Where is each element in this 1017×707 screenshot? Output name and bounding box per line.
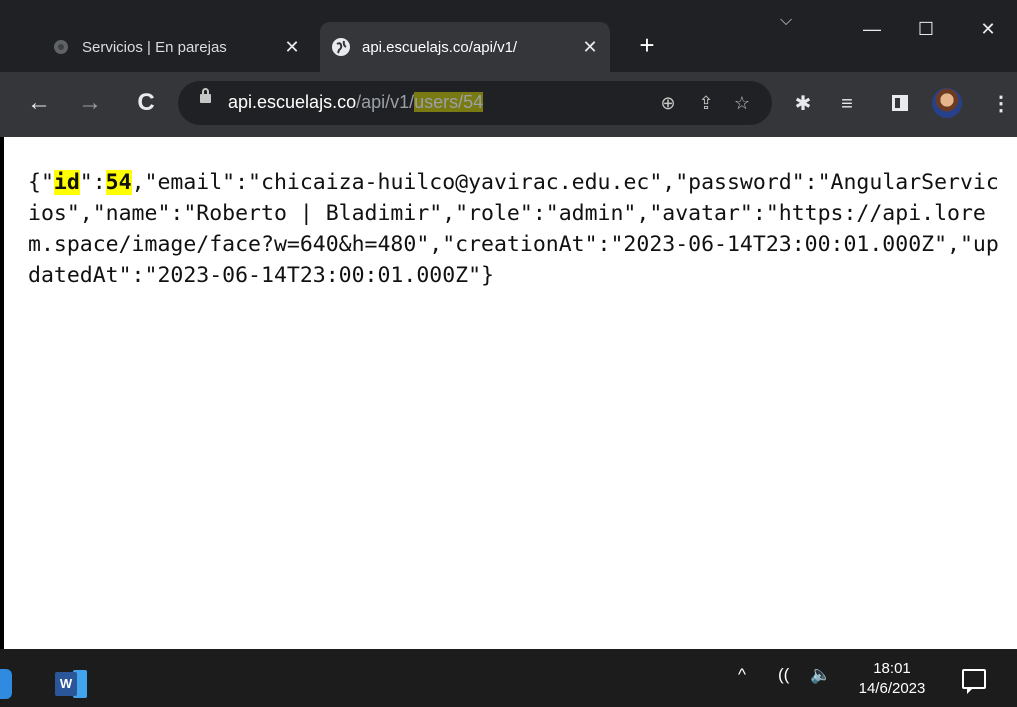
globe-icon [330, 36, 352, 58]
maximize-button[interactable]: ☐ [906, 14, 946, 44]
word-icon[interactable]: W [55, 670, 87, 698]
taskbar: W ^ (( 🔈 18:01 14/6/2023 [0, 649, 1017, 707]
profile-avatar[interactable] [932, 88, 962, 118]
json-response: {"id":54,"email":"chicaiza-huilco@yavira… [28, 170, 999, 288]
tab-search-icon[interactable]: ⌵ [780, 12, 792, 30]
bookmark-star-icon[interactable]: ☆ [730, 91, 754, 115]
tab-api[interactable]: api.escuelajs.co/api/v1/ ✕ [320, 22, 610, 72]
tab-strip: Servicios | En parejas ✕ api.escuelajs.c… [0, 0, 1017, 72]
tab-title: Servicios | En parejas [82, 38, 227, 56]
search-highlight-key: id [53, 170, 80, 195]
minimize-button[interactable]: — [852, 14, 892, 44]
new-tab-button[interactable]: + [632, 30, 662, 60]
json-body: ,"email":"chicaiza-huilco@yavirac.edu.ec… [28, 170, 999, 288]
system-clock[interactable]: 18:01 14/6/2023 [852, 659, 932, 699]
tab-title: api.escuelajs.co/api/v1/ [362, 38, 518, 56]
page-content: {"id":54,"email":"chicaiza-huilco@yavira… [0, 137, 1017, 649]
search-highlight-value: 54 [105, 170, 132, 195]
tab-favicon-icon [50, 36, 72, 58]
back-button[interactable]: ← [20, 84, 58, 122]
taskbar-app-icon[interactable] [0, 669, 12, 699]
wifi-icon[interactable]: (( [778, 665, 789, 685]
reading-list-icon[interactable]: ≡ [834, 91, 860, 117]
forward-button[interactable]: → [71, 84, 109, 122]
tab-servicios[interactable]: Servicios | En parejas ✕ [40, 22, 312, 72]
tab-close-icon[interactable]: ✕ [278, 37, 306, 58]
lock-icon[interactable] [200, 88, 211, 103]
url-text[interactable]: api.escuelajs.co/api/v1/users/54 [228, 92, 484, 113]
side-panel-icon[interactable] [892, 95, 908, 111]
menu-kebab-icon[interactable]: ⋮ [988, 91, 1014, 117]
zoom-icon[interactable]: ⊕ [656, 91, 680, 115]
clock-date: 14/6/2023 [858, 680, 926, 697]
browser-toolbar: ← → C api.escuelajs.co/api/v1/users/54 ⊕… [0, 72, 1017, 137]
tray-chevron-icon[interactable]: ^ [738, 665, 746, 685]
extensions-puzzle-icon[interactable]: ✱ [790, 91, 816, 117]
close-window-button[interactable]: ✕ [968, 14, 1008, 44]
share-icon[interactable]: ⇪ [694, 91, 718, 115]
tab-close-icon[interactable]: ✕ [576, 37, 604, 58]
notification-icon[interactable] [962, 669, 986, 694]
window-edge [0, 137, 4, 649]
volume-icon[interactable]: 🔈 [810, 665, 831, 685]
reload-button[interactable]: C [127, 84, 165, 122]
address-bar[interactable]: api.escuelajs.co/api/v1/users/54 ⊕ ⇪ ☆ [178, 81, 772, 125]
clock-time: 18:01 [873, 660, 911, 677]
